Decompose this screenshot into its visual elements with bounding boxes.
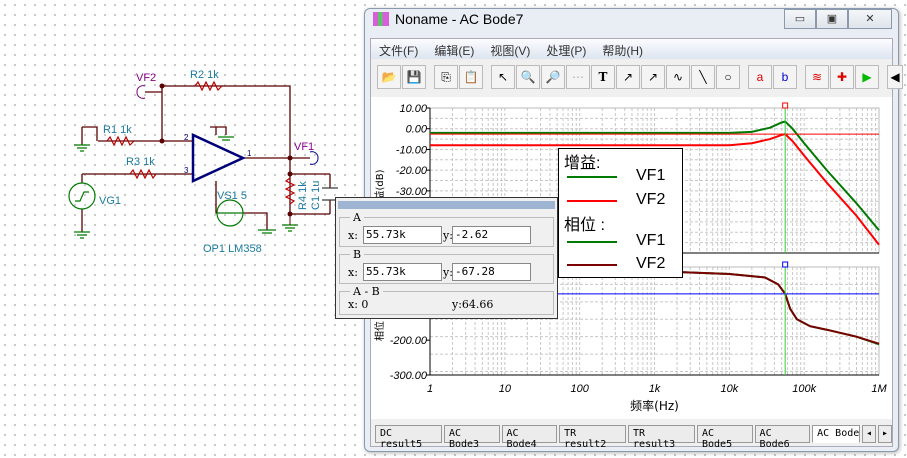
y-axis-label: 相位 — [373, 321, 386, 341]
y-tick-label: 0.00 — [406, 124, 428, 136]
legend-item: VF1 — [636, 167, 666, 184]
x-tick-label: 1M — [871, 383, 887, 395]
x-tick-label: 1k — [649, 383, 661, 395]
diff-y-value: y:64.66 — [452, 298, 494, 311]
legend-item: VF2 — [636, 191, 666, 208]
y-tick-label: -10.00 — [396, 144, 428, 156]
cursor-a-group: A x: 55.73k y: -2.62 — [339, 211, 554, 247]
x-tick-label: 10k — [720, 383, 738, 395]
y-tick-label: -20.00 — [396, 165, 428, 177]
cursor-b-group: B x: 55.73k y: -67.28 — [339, 248, 554, 284]
cursor-handle — [782, 102, 789, 109]
cursor-b-x-field[interactable]: 55.73k — [363, 263, 442, 281]
x-tick-label: 10 — [499, 383, 512, 395]
legend-item: VF1 — [636, 232, 666, 249]
y-tick-label: 10.00 — [399, 103, 427, 115]
legend-swatch — [567, 176, 617, 178]
legend-swatch — [567, 241, 617, 243]
x-label: x: — [348, 229, 358, 242]
legend-gain-title: 增益: — [564, 155, 601, 172]
group-label: A - B — [350, 285, 383, 298]
legend-item: VF2 — [636, 255, 666, 272]
y-tick-label: -300.00 — [390, 370, 428, 382]
group-label: A — [350, 211, 364, 224]
cursor-a-x-field[interactable]: 55.73k — [363, 226, 442, 244]
cursor-readout-dialog: A x: 55.73k y: -2.62 B x: 55.73k y: -67.… — [335, 197, 558, 319]
cursor-diff-group: A - B x: 0 y:64.66 — [339, 285, 554, 315]
group-label: B — [350, 248, 365, 261]
dialog-title-bar[interactable] — [338, 201, 555, 209]
diff-x-value: x: 0 — [348, 298, 369, 311]
x-tick-label: 1 — [427, 383, 433, 395]
legend-swatch — [567, 200, 617, 202]
y-tick-label: -200.00 — [390, 335, 428, 347]
cursor-b-y-field[interactable]: -67.28 — [452, 263, 531, 281]
legend-phase-title: 相位 : — [564, 217, 605, 234]
x-tick-label: 100 — [570, 383, 589, 395]
x-tick-label: 100k — [792, 383, 816, 395]
x-axis-label: 频率(Hz) — [630, 398, 679, 413]
x-label: x: — [348, 266, 358, 279]
legend-swatch — [567, 264, 617, 266]
cursor-a-y-field[interactable]: -2.62 — [452, 226, 531, 244]
cursor-handle — [782, 261, 789, 268]
legend: 增益: VF1 VF2 相位 : VF1 VF2 — [558, 148, 683, 278]
